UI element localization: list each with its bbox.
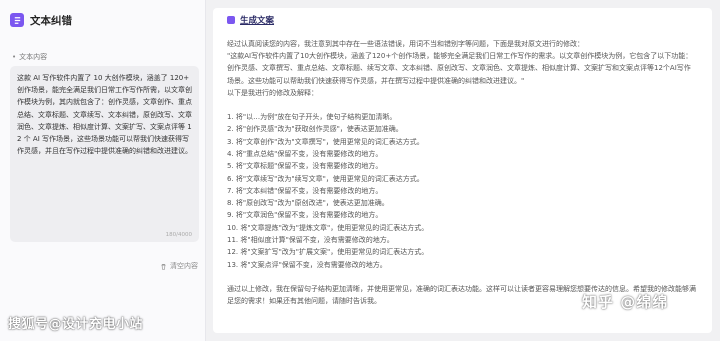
- char-counter: 180/4000: [165, 232, 192, 238]
- result-header: 生成文案: [227, 14, 274, 26]
- clear-content-label: 清空内容: [170, 262, 198, 270]
- result-title: 生成文案: [240, 16, 275, 26]
- result-intro: 经过认真阅读您的内容，我注意到其中存在一些语法错误，用词不当和错别字等问题，下面…: [227, 40, 584, 48]
- result-panel: 生成文案 经过认真阅读您的内容，我注意到其中存在一些语法错误，用词不当和错别字等…: [213, 8, 712, 333]
- input-text[interactable]: 这款 AI 写作软件内置了 10 大创作模块，涵盖了 120+ 创作场景，能完全…: [17, 72, 192, 157]
- revision-item: 2. 将"创作灵感"改为"获取创作灵感"，使表达更加准确。: [227, 125, 403, 134]
- result-revised-text: "这款AI写作软件内置了10大创作模块，涵盖了120+个创作场景，能够完全满足我…: [227, 52, 693, 85]
- result-content: 经过认真阅读您的内容，我注意到其中存在一些语法错误，用词不当和错别字等问题，下面…: [227, 38, 697, 307]
- revision-item: 11. 将"相似度计算"保留不变，没有需要修改的地方。: [227, 235, 394, 244]
- revision-item: 6. 将"文章续写"改为"续写文章"，使用更常见的词汇表达方式。: [227, 174, 424, 183]
- revision-item: 8. 将"原创改写"改为"原创改进"，使表达更加准确。: [227, 199, 389, 208]
- revision-item: 4. 将"重点总结"保留不变，没有需要修改的地方。: [227, 149, 383, 158]
- revision-item: 10. 将"文章提炼"改为"提炼文章"，使用更常见的词汇表达方式。: [227, 223, 429, 232]
- revision-item: 9. 将"文章润色"保留不变，没有需要修改的地方。: [227, 211, 383, 220]
- revision-item: 12. 将"文案扩写"改为"扩展文案"，使用更常见的词汇表达方式。: [227, 248, 429, 257]
- result-marker-icon: [227, 16, 235, 24]
- revision-item: 13. 将"文案点评"保留不变，没有需要修改的地方。: [227, 260, 387, 269]
- watermark-zhihu: 知乎 @绵绵: [582, 293, 669, 311]
- clear-content-button[interactable]: 清空内容: [160, 261, 198, 271]
- left-panel: 文本纠错 文本内容 这款 AI 写作软件内置了 10 大创作模块，涵盖了 120…: [0, 0, 206, 341]
- text-input-area[interactable]: 这款 AI 写作软件内置了 10 大创作模块，涵盖了 120+ 创作场景，能完全…: [10, 66, 199, 242]
- app-logo-icon: [10, 13, 24, 27]
- revision-item: 5. 将"文章标题"保留不变，没有需要修改的地方。: [227, 162, 383, 171]
- result-list-intro: 以下是我进行的修改及解释：: [227, 88, 318, 97]
- trash-icon: [161, 263, 166, 270]
- revision-item: 1. 将"以…为例"放在句子开头，使句子结构更加清晰。: [227, 113, 397, 122]
- app-header: 文本纠错: [10, 12, 72, 28]
- revision-item: 3. 将"文章创作"改为"文章撰写"，使用更常见的词汇表达方式。: [227, 137, 424, 146]
- revision-item: 7. 将"文本纠错"保留不变，没有需要修改的地方。: [227, 186, 383, 195]
- revision-list: 1. 将"以…为例"放在句子开头，使句子结构更加清晰。 2. 将"创作灵感"改为…: [227, 111, 697, 271]
- watermark-sohu: 搜狐号@设计充电小站: [8, 317, 144, 332]
- app-title: 文本纠错: [30, 14, 72, 27]
- input-section-label: 文本内容: [12, 52, 47, 62]
